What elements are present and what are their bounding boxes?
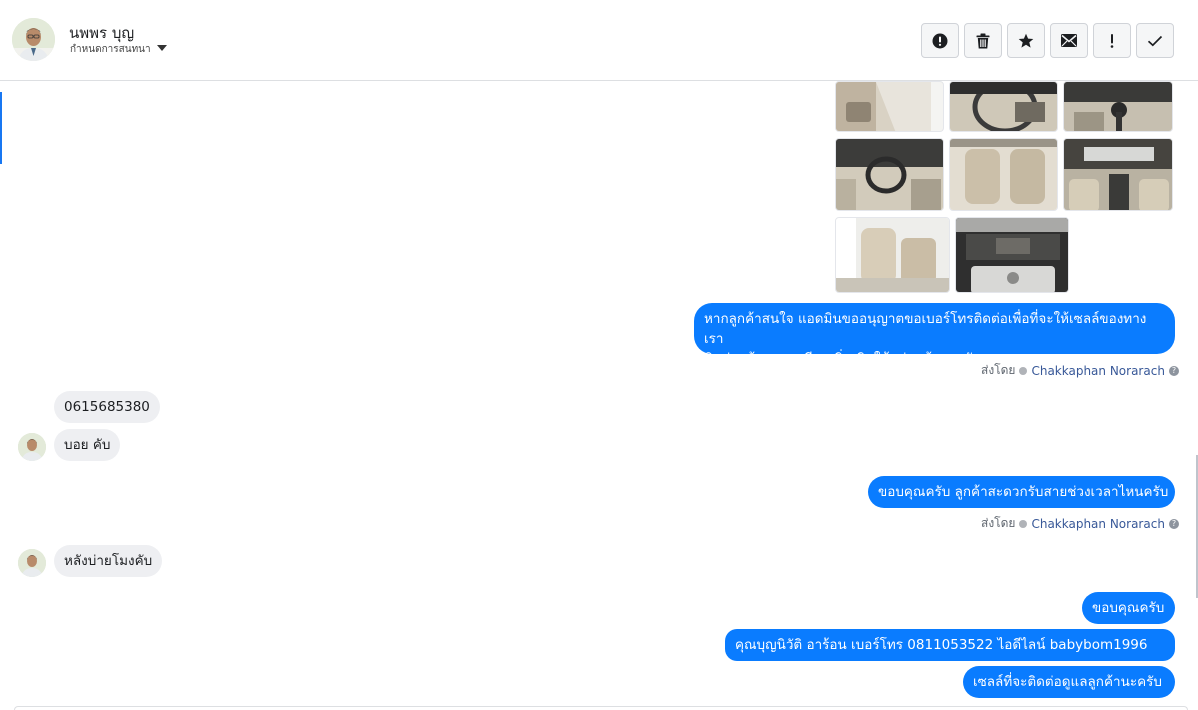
outgoing-message[interactable]: ขอบคุณครับ [1082,592,1175,624]
message-text-line: หากลูกค้าสนใจ แอดมินขออนุญาตขอเบอร์โทรติ… [704,311,1147,347]
help-icon[interactable]: ? [1168,518,1179,529]
outgoing-message[interactable]: เซลล์ที่จะติดต่อดูแลลูกค้านะครับ [963,666,1175,698]
action-toolbar [921,23,1174,58]
incoming-message[interactable]: หลังบ่ายโมงคับ [54,545,163,577]
car-photo-thumbnail[interactable] [955,217,1069,293]
checkmark-icon [1147,35,1163,46]
star-button[interactable] [1007,23,1045,58]
delete-button[interactable] [964,23,1002,58]
car-photo-thumbnail[interactable] [835,81,944,132]
car-photo-thumbnail[interactable] [1063,81,1173,132]
sender-avatar[interactable] [18,549,46,577]
car-photo-thumbnail[interactable] [949,138,1058,211]
sent-by-prefix: ส่งโดย [981,363,1016,377]
verified-icon [1019,366,1028,375]
outgoing-message[interactable]: ขอบคุณครับ ลูกค้าสะดวกรับสายช่วงเวลาไหนค… [868,476,1175,508]
sent-by-prefix: ส่งโดย [981,516,1016,530]
star-icon [1018,33,1034,48]
contact-avatar[interactable] [12,18,55,61]
car-photo-thumbnail[interactable] [835,138,944,211]
outgoing-message[interactable]: หากลูกค้าสนใจ แอดมินขออนุญาตขอเบอร์โทรติ… [694,303,1175,367]
agent-name-link[interactable]: Chakkaphan Norarach [1031,364,1164,378]
car-photo-thumbnail[interactable] [949,81,1058,132]
help-icon[interactable]: ? [1168,365,1179,376]
mark-done-button[interactable] [1136,23,1174,58]
composer-top-edge [14,706,1188,710]
incoming-message[interactable]: 0615685380 [54,391,160,423]
car-photo-thumbnail[interactable] [1063,138,1173,211]
conversation-header: นพพร บุญ กำหนดการสนทนา [0,0,1198,81]
sent-by-label: ส่งโดย Chakkaphan Norarach ? [981,514,1179,533]
outgoing-message[interactable]: คุณบุญนิวัติ อาร้อน เบอร์โทร 0811053522 … [725,629,1175,661]
sent-by-label: ส่งโดย Chakkaphan Norarach ? [981,361,1179,380]
car-photo-thumbnail[interactable] [835,217,950,293]
mark-unread-button[interactable] [1050,23,1088,58]
left-panel-indicator [0,92,2,164]
incoming-message[interactable]: บอย คับ [54,429,121,461]
envelope-icon [1061,34,1077,47]
agent-name-link[interactable]: Chakkaphan Norarach [1031,517,1164,531]
conversation-subtitle[interactable]: กำหนดการสนทนา [70,42,151,57]
alert-circle-icon [932,33,948,48]
chevron-down-icon[interactable] [157,45,167,51]
mark-spam-button[interactable] [1093,23,1131,58]
verified-icon [1019,519,1028,528]
trash-icon [976,33,990,48]
exclamation-icon [1110,33,1114,48]
alert-button[interactable] [921,23,959,58]
sender-avatar[interactable] [18,433,46,461]
